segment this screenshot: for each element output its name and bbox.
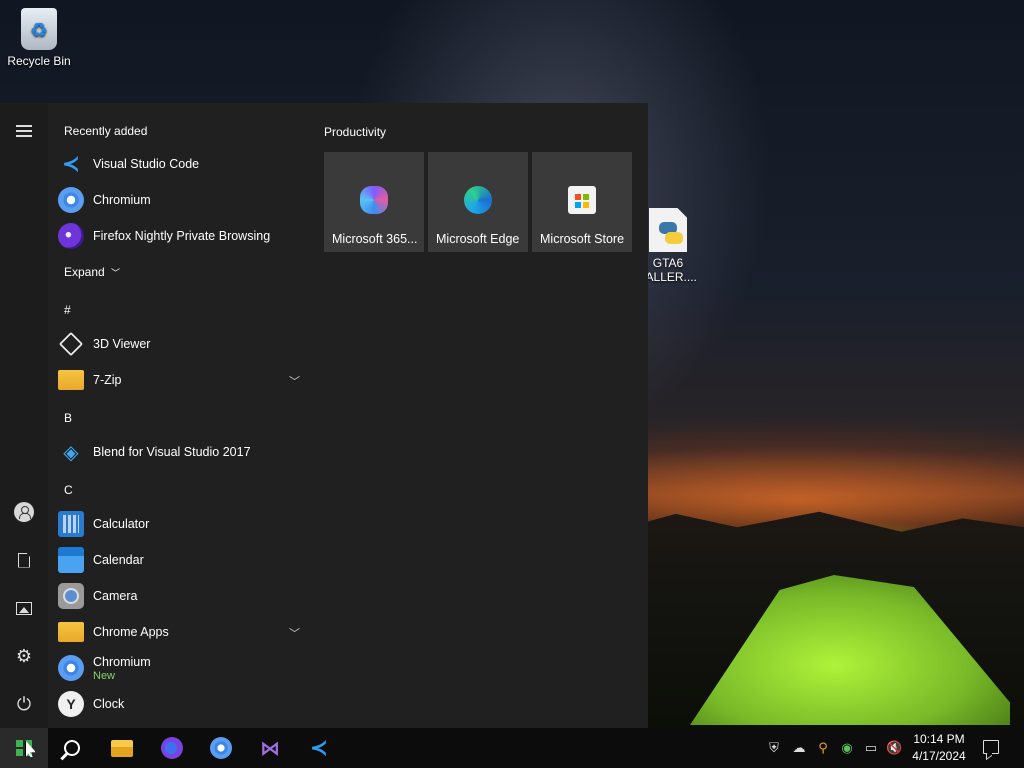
app-label: Calendar — [93, 553, 144, 567]
settings-icon: ⚙ — [15, 645, 33, 666]
app-label: Visual Studio Code — [93, 157, 200, 171]
app-item-camera[interactable]: Camera — [58, 578, 308, 614]
tile-label: Microsoft Store — [540, 232, 625, 246]
app-item-firefox-nightly-private[interactable]: Firefox Nightly Private Browsing — [58, 218, 308, 254]
group-letter-c[interactable]: C — [64, 483, 73, 497]
clock-time[interactable]: 10:14 PM — [908, 732, 970, 746]
app-item-chrome-apps[interactable]: Chrome Apps ﹀ — [58, 614, 308, 650]
chromium-icon — [210, 737, 232, 759]
app-label: Clock — [93, 697, 125, 711]
camera-icon — [58, 583, 84, 609]
app-item-clock[interactable]: Y Clock — [58, 686, 308, 722]
taskbar-firefox[interactable] — [148, 728, 196, 768]
start-rail: ⚙ ⏻ — [0, 103, 48, 728]
account-button[interactable] — [0, 490, 48, 534]
expand-label: Expand — [64, 265, 105, 279]
pictures-button[interactable] — [0, 586, 48, 630]
app-item-calculator[interactable]: Calculator — [58, 506, 308, 542]
app-label: Chromium — [93, 193, 151, 207]
documents-button[interactable] — [0, 538, 48, 582]
action-center-icon[interactable] — [983, 740, 999, 754]
group-letter-hash[interactable]: # — [64, 303, 71, 317]
chevron-down-icon: ﹀ — [289, 376, 300, 388]
pictures-icon — [16, 601, 32, 615]
calculator-icon — [58, 511, 84, 537]
power-button[interactable]: ⏻ — [0, 682, 48, 726]
start-button[interactable] — [0, 728, 48, 768]
taskbar-chromium[interactable] — [197, 728, 245, 768]
chromium-icon — [58, 187, 84, 213]
app-label: Chrome Apps — [93, 625, 169, 639]
taskbar-vscode[interactable]: ≺ — [295, 728, 343, 768]
search-icon — [64, 740, 80, 756]
tile-label: Microsoft 365... — [332, 232, 418, 246]
app-label: Firefox Nightly Private Browsing — [93, 229, 271, 243]
python-file-icon — [649, 208, 687, 252]
vscode-icon: ≺ — [61, 151, 81, 176]
firefox-private-icon — [58, 223, 84, 249]
folder-icon — [58, 370, 84, 390]
tile-microsoft-edge[interactable]: Microsoft Edge — [428, 152, 528, 252]
taskbar: ⋈ ≺ ⛨ ☁ ⚲ ◉ ▭ 🔇 10:14 PM 4/17/2024 — [0, 728, 1024, 768]
network-icon[interactable]: ▭ — [863, 740, 879, 756]
app-label: Calculator — [93, 517, 150, 531]
folder-icon — [58, 622, 84, 642]
app-label: Chromium — [93, 654, 151, 669]
app-label: 3D Viewer — [93, 337, 151, 351]
recycle-bin-icon — [21, 8, 57, 50]
group-letter-b[interactable]: B — [64, 411, 72, 425]
blend-icon: ◈ — [63, 441, 79, 464]
chevron-down-icon: ﹀ — [111, 268, 121, 278]
app-label: 7-Zip — [93, 373, 122, 387]
visual-studio-icon: ⋈ — [260, 737, 280, 760]
taskbar-visual-studio[interactable]: ⋈ — [246, 728, 294, 768]
app-item-blend[interactable]: ◈ Blend for Visual Studio 2017 — [58, 434, 308, 470]
recently-added-header: Recently added — [64, 124, 148, 138]
search-button[interactable] — [48, 728, 96, 768]
app-item-calendar[interactable]: Calendar — [58, 542, 308, 578]
3d-viewer-icon — [58, 331, 84, 357]
vscode-icon: ≺ — [309, 735, 329, 760]
app-item-7zip[interactable]: 7-Zip ﹀ — [58, 362, 308, 398]
tile-group-title[interactable]: Productivity — [324, 125, 386, 139]
chevron-down-icon: ﹀ — [289, 628, 300, 640]
documents-icon — [18, 552, 30, 568]
expand-menu-button[interactable] — [0, 109, 48, 153]
tile-label: Microsoft Edge — [436, 232, 520, 246]
desktop-icon-recycle-bin[interactable]: Recycle Bin — [1, 8, 77, 68]
app-label: Camera — [93, 589, 138, 603]
chromium-icon — [58, 655, 84, 681]
file-explorer-icon — [111, 739, 133, 757]
hamburger-icon — [16, 125, 32, 137]
app-item-chromium[interactable]: Chromium New — [58, 650, 308, 686]
taskbar-file-explorer[interactable] — [98, 728, 146, 768]
power-icon: ⏻ — [16, 693, 32, 714]
tiles-area: Productivity Microsoft 365... Microsoft … — [310, 103, 648, 728]
tile-microsoft-365[interactable]: Microsoft 365... — [324, 152, 424, 252]
app-list: Recently added ≺ Visual Studio Code Chro… — [48, 103, 310, 728]
clock-date[interactable]: 4/17/2024 — [908, 749, 970, 763]
search-tool-icon[interactable]: ⚲ — [815, 740, 831, 756]
desktop-icon-label: Recycle Bin — [7, 54, 71, 68]
security-icon[interactable]: ⛨ — [766, 740, 782, 756]
new-badge: New — [93, 669, 116, 682]
clock-icon: Y — [58, 691, 84, 717]
app-item-chromium-recent[interactable]: Chromium — [58, 182, 308, 218]
edge-icon — [464, 186, 492, 214]
store-icon — [568, 186, 596, 214]
settings-button[interactable]: ⚙ — [0, 634, 48, 678]
start-menu: ⚙ ⏻ Recently added ≺ Visual Studio Code … — [0, 103, 648, 728]
expand-recent-button[interactable]: Expand ﹀ — [64, 265, 120, 279]
app-item-visual-studio-code[interactable]: ≺ Visual Studio Code — [58, 146, 308, 182]
network-share-icon[interactable]: ◉ — [839, 740, 855, 756]
calendar-icon — [58, 547, 84, 573]
volume-muted-icon[interactable]: 🔇 — [886, 740, 902, 756]
microsoft-365-icon — [360, 186, 388, 214]
app-item-3d-viewer[interactable]: 3D Viewer — [58, 326, 308, 362]
firefox-icon — [161, 737, 183, 759]
account-icon — [14, 502, 34, 522]
onedrive-offline-icon[interactable]: ☁ — [791, 740, 807, 756]
app-label: Blend for Visual Studio 2017 — [93, 445, 251, 459]
tile-microsoft-store[interactable]: Microsoft Store — [532, 152, 632, 252]
